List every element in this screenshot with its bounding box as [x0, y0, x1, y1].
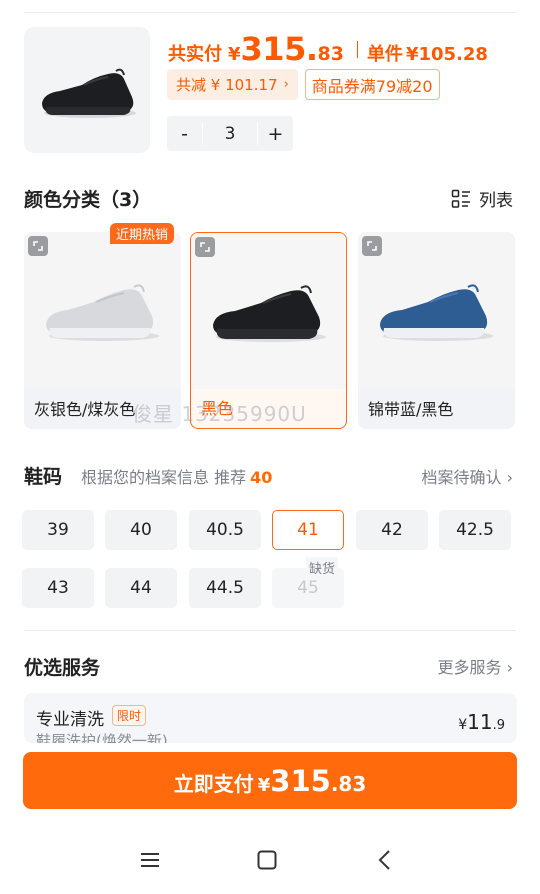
color-option-label: 锦带蓝/黑色 — [368, 400, 454, 419]
price-separator — [356, 40, 358, 58]
pay-now-button[interactable]: 立即支付 ¥ 315 .83 — [23, 752, 517, 809]
size-option[interactable]: 44.5 — [189, 568, 261, 608]
list-icon — [451, 189, 470, 208]
pay-button-price-integer: 315 — [270, 764, 331, 798]
zoom-icon[interactable] — [28, 236, 48, 256]
increase-button[interactable]: + — [258, 116, 293, 151]
service-price: ¥11.9 — [458, 710, 505, 734]
chevron-right-icon: › — [283, 77, 289, 92]
hot-sale-badge: 近期热销 — [110, 223, 175, 244]
watermark: 俊星 13235990U — [132, 402, 307, 426]
unit-price: ¥105.28 — [405, 44, 488, 65]
total-price-line: 共实付 ¥ 315. 83 单件 ¥105.28 — [168, 30, 488, 68]
pay-button-currency: ¥ — [257, 775, 271, 796]
unit-price-label: 单件 — [366, 44, 403, 65]
shoe-image-black — [42, 68, 136, 118]
chevron-right-icon: › — [506, 658, 513, 677]
product-thumbnail[interactable] — [24, 27, 150, 153]
size-option[interactable]: 40 — [105, 510, 177, 550]
zoom-icon[interactable] — [362, 236, 382, 256]
size-recommendation: 根据您的档案信息 推荐 40 — [81, 464, 272, 488]
size-option[interactable]: 39 — [22, 510, 94, 550]
service-price-integer: 11 — [467, 710, 493, 734]
size-option-selected[interactable]: 41 — [272, 510, 344, 550]
pay-button-label: 立即支付 — [173, 772, 254, 796]
color-section-title: 颜色分类（3） — [24, 189, 152, 211]
quantity-stepper: - 3 + — [167, 116, 293, 151]
size-option[interactable]: 42 — [356, 510, 428, 550]
service-name: 专业清洗 — [36, 710, 104, 730]
limited-time-badge: 限时 — [112, 705, 147, 726]
out-of-stock-label: 缺货 — [306, 557, 339, 578]
size-hint-text: 根据您的档案信息 推荐 — [81, 468, 247, 487]
chevron-right-icon: › — [506, 468, 513, 487]
service-item-cleaning[interactable]: 专业清洗 限时 鞋履洗护(焕然一新) ¥11.9 — [24, 693, 517, 743]
price-currency: ¥ — [228, 44, 241, 65]
service-price-decimal: .9 — [492, 718, 505, 733]
more-services-text: 更多服务 — [437, 658, 502, 677]
service-subtitle: 鞋履洗护(焕然一新) — [36, 732, 168, 743]
price-label: 共实付 — [168, 44, 222, 65]
size-option[interactable]: 44 — [105, 568, 177, 608]
quantity-input[interactable]: 3 — [202, 122, 258, 145]
size-option[interactable]: 42.5 — [439, 510, 511, 550]
size-section-title: 鞋码 — [24, 466, 63, 488]
section-divider — [24, 630, 516, 631]
back-icon[interactable] — [367, 842, 403, 878]
top-divider — [24, 12, 516, 13]
decrease-button[interactable]: - — [167, 116, 202, 151]
zoom-icon[interactable] — [195, 237, 215, 257]
discount-tag[interactable]: 共减 ¥ 101.17 › — [167, 69, 298, 100]
promo-tags: 共减 ¥ 101.17 › 商品券满79减20 — [167, 69, 440, 100]
color-option-label: 灰银色/煤灰色 — [34, 400, 136, 419]
list-view-toggle[interactable]: 列表 — [451, 186, 513, 211]
pay-button-price-decimal: .83 — [330, 772, 367, 796]
coupon-tag[interactable]: 商品券满79减20 — [304, 69, 440, 100]
discount-tag-text: 共减 ¥ 101.17 — [176, 76, 278, 94]
price-decimal: 83 — [317, 43, 344, 65]
profile-confirm-link[interactable]: 档案待确认 › — [421, 464, 513, 488]
profile-link-text: 档案待确认 — [421, 468, 502, 487]
list-toggle-label: 列表 — [479, 191, 513, 211]
price-integer: 315. — [240, 30, 318, 68]
recommended-size: 40 — [250, 468, 273, 487]
size-option[interactable]: 43 — [22, 568, 94, 608]
menu-icon[interactable] — [132, 842, 168, 878]
system-navigation-bar — [0, 830, 540, 890]
more-services-link[interactable]: 更多服务 › — [437, 654, 513, 678]
home-icon[interactable] — [249, 842, 285, 878]
service-price-currency: ¥ — [458, 717, 468, 733]
size-option[interactable]: 40.5 — [189, 510, 261, 550]
color-option-blue[interactable]: 锦带蓝/黑色 — [358, 232, 515, 429]
services-section-title: 优选服务 — [24, 657, 101, 679]
